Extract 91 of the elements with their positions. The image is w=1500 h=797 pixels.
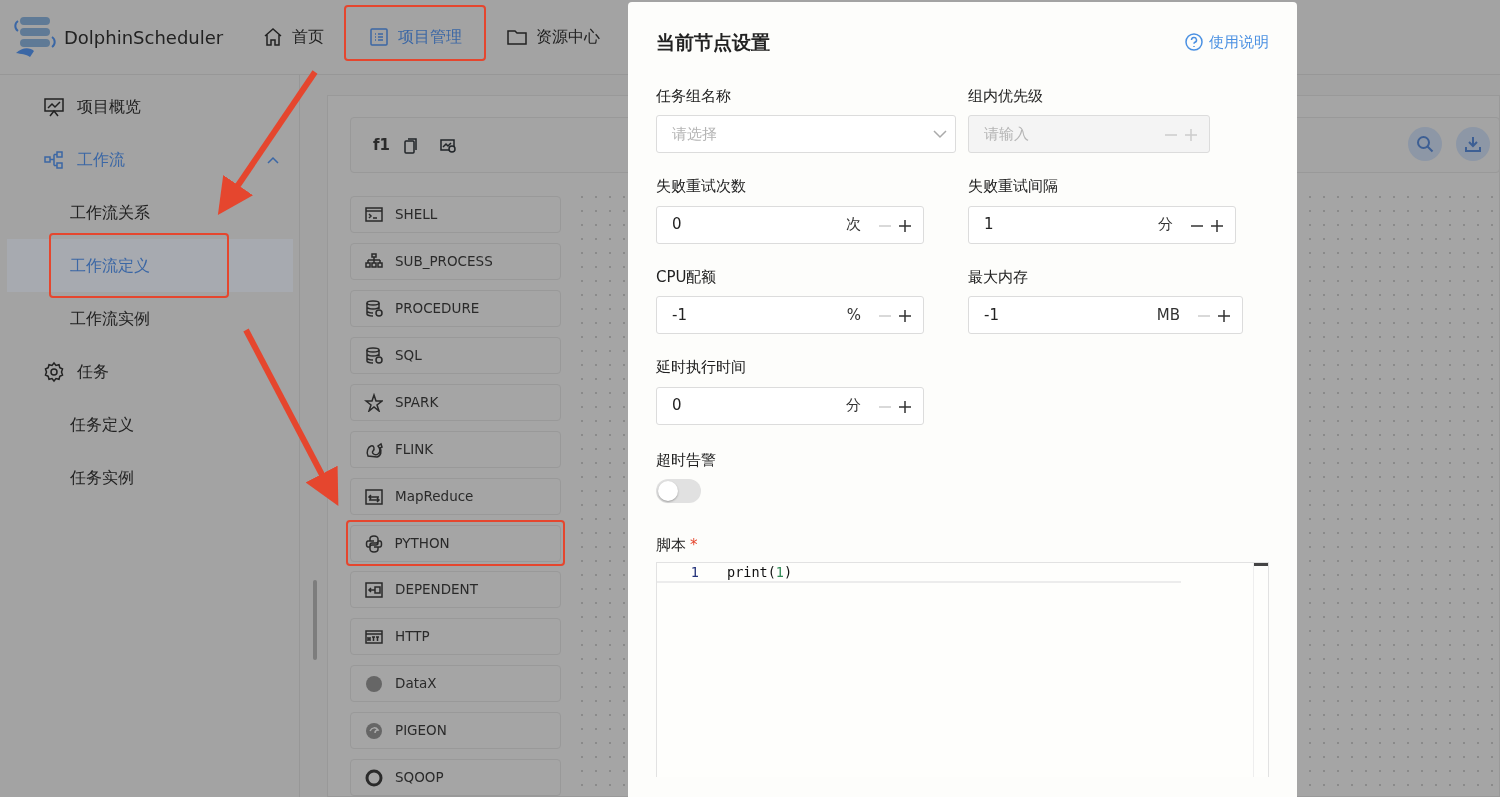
field-label: 超时告警 bbox=[656, 449, 717, 471]
minus-icon bbox=[878, 224, 892, 227]
http-icon bbox=[364, 627, 383, 646]
monitor-icon bbox=[43, 95, 65, 118]
unit-label: 分 bbox=[846, 395, 861, 417]
flowchart-icon bbox=[43, 148, 65, 171]
help-icon bbox=[1185, 33, 1203, 52]
unit-label: 分 bbox=[1158, 214, 1173, 236]
drawer-title: 当前节点设置 bbox=[656, 30, 770, 55]
task-type-item[interactable]: SHELL bbox=[350, 196, 561, 233]
python-icon bbox=[363, 533, 383, 553]
ring-icon bbox=[364, 768, 383, 787]
toggle-switch[interactable] bbox=[656, 479, 701, 503]
plus-icon bbox=[898, 218, 912, 233]
line-number: 1 bbox=[689, 562, 699, 582]
field-label: 最大内存 bbox=[968, 266, 1029, 288]
hierarchy-icon bbox=[364, 252, 383, 271]
dependent-icon bbox=[364, 580, 383, 599]
number-input[interactable]: -1 % bbox=[656, 296, 924, 334]
sidebar-item[interactable]: 工作流实例 bbox=[7, 292, 293, 345]
terminal-icon bbox=[364, 205, 383, 224]
minimap bbox=[1254, 563, 1268, 566]
help-link[interactable]: 使用说明 bbox=[1185, 31, 1269, 54]
sidebar-item[interactable]: 任务定义 bbox=[7, 398, 293, 451]
plus-icon bbox=[1217, 309, 1231, 323]
input-field[interactable]: -1 bbox=[982, 302, 1157, 328]
task-type-item[interactable]: SQOOP bbox=[350, 759, 561, 796]
task-type-item[interactable]: MapReduce bbox=[350, 478, 561, 515]
minus-icon bbox=[878, 405, 892, 408]
nav-tab[interactable]: 首页 bbox=[240, 11, 346, 63]
number-input[interactable]: 0 分 bbox=[656, 386, 924, 425]
input-field[interactable]: -1 bbox=[670, 302, 847, 328]
task-type-item[interactable]: SPARK bbox=[350, 384, 561, 421]
database-icon bbox=[364, 346, 383, 365]
list-icon bbox=[368, 26, 390, 48]
unit-label: MB bbox=[1156, 304, 1180, 326]
task-type-item[interactable]: PYTHON bbox=[349, 524, 561, 562]
chevron-down-icon bbox=[933, 129, 947, 139]
plus-icon bbox=[1210, 218, 1224, 233]
field-label: 失败重试次数 bbox=[656, 176, 747, 197]
database-icon bbox=[364, 299, 383, 318]
input-field[interactable]: 1 bbox=[982, 212, 1158, 237]
settings-icon bbox=[43, 360, 65, 383]
task-type-item[interactable]: DataX bbox=[350, 665, 561, 702]
plus-icon bbox=[898, 309, 912, 323]
scrollbar[interactable] bbox=[313, 580, 317, 660]
mapreduce-icon bbox=[364, 487, 383, 506]
nav-tab[interactable]: 资源中心 bbox=[484, 11, 622, 63]
field-label: 组内优先级 bbox=[968, 85, 1044, 107]
plus-icon bbox=[898, 399, 912, 414]
plus-icon bbox=[1184, 128, 1198, 142]
unit-label: % bbox=[846, 304, 861, 326]
logo-text: DolphinScheduler bbox=[64, 25, 224, 50]
task-type-item[interactable]: FLINK bbox=[350, 431, 561, 468]
minus-icon bbox=[1197, 315, 1211, 317]
download-icon bbox=[1464, 135, 1482, 153]
unit-label: 次 bbox=[846, 214, 861, 236]
minus-icon bbox=[878, 315, 892, 317]
task-type-item[interactable]: SUB_PROCESS bbox=[350, 243, 561, 280]
search-icon bbox=[1416, 135, 1434, 153]
workflow-name: f1 bbox=[373, 134, 390, 156]
field-label: CPU配额 bbox=[656, 266, 718, 288]
number-input[interactable]: 1 分 bbox=[968, 205, 1236, 244]
task-type-item[interactable]: DEPENDENT bbox=[350, 571, 561, 608]
number-input[interactable]: -1 MB bbox=[968, 296, 1243, 334]
task-type-item[interactable]: SQL bbox=[350, 337, 561, 374]
field-label: 延时执行时间 bbox=[656, 357, 747, 378]
monitor-icon bbox=[439, 138, 456, 153]
code-editor[interactable]: 1 print(1) bbox=[656, 562, 1269, 777]
minus-icon bbox=[1190, 224, 1204, 227]
star-icon bbox=[364, 393, 383, 412]
task-type-item[interactable]: PIGEON bbox=[350, 712, 561, 749]
code-line: print(1) bbox=[727, 562, 793, 582]
task-type-item[interactable]: HTTP bbox=[350, 618, 561, 655]
field-label: 任务组名称 bbox=[656, 85, 732, 107]
number-input[interactable]: 0 次 bbox=[656, 205, 924, 244]
input-field[interactable]: 0 bbox=[670, 212, 846, 237]
disc-icon bbox=[364, 674, 383, 693]
field-label: 脚本 bbox=[656, 534, 686, 556]
sidebar-item[interactable]: 任务实例 bbox=[7, 451, 293, 504]
select-field[interactable]: 请选择 bbox=[656, 115, 956, 153]
sidebar-item[interactable]: 任务 bbox=[7, 345, 293, 398]
copy-icon bbox=[403, 137, 418, 154]
field-label: 失败重试间隔 bbox=[968, 176, 1059, 197]
sidebar-item[interactable]: 项目概览 bbox=[7, 80, 293, 133]
input-field[interactable]: 0 bbox=[670, 393, 846, 418]
input-field[interactable]: 请选择 bbox=[670, 121, 933, 147]
home-icon bbox=[262, 26, 284, 48]
sidebar-item[interactable]: 工作流关系 bbox=[7, 186, 293, 239]
required-mark: * bbox=[690, 534, 698, 556]
task-type-item[interactable]: PROCEDURE bbox=[350, 290, 561, 327]
